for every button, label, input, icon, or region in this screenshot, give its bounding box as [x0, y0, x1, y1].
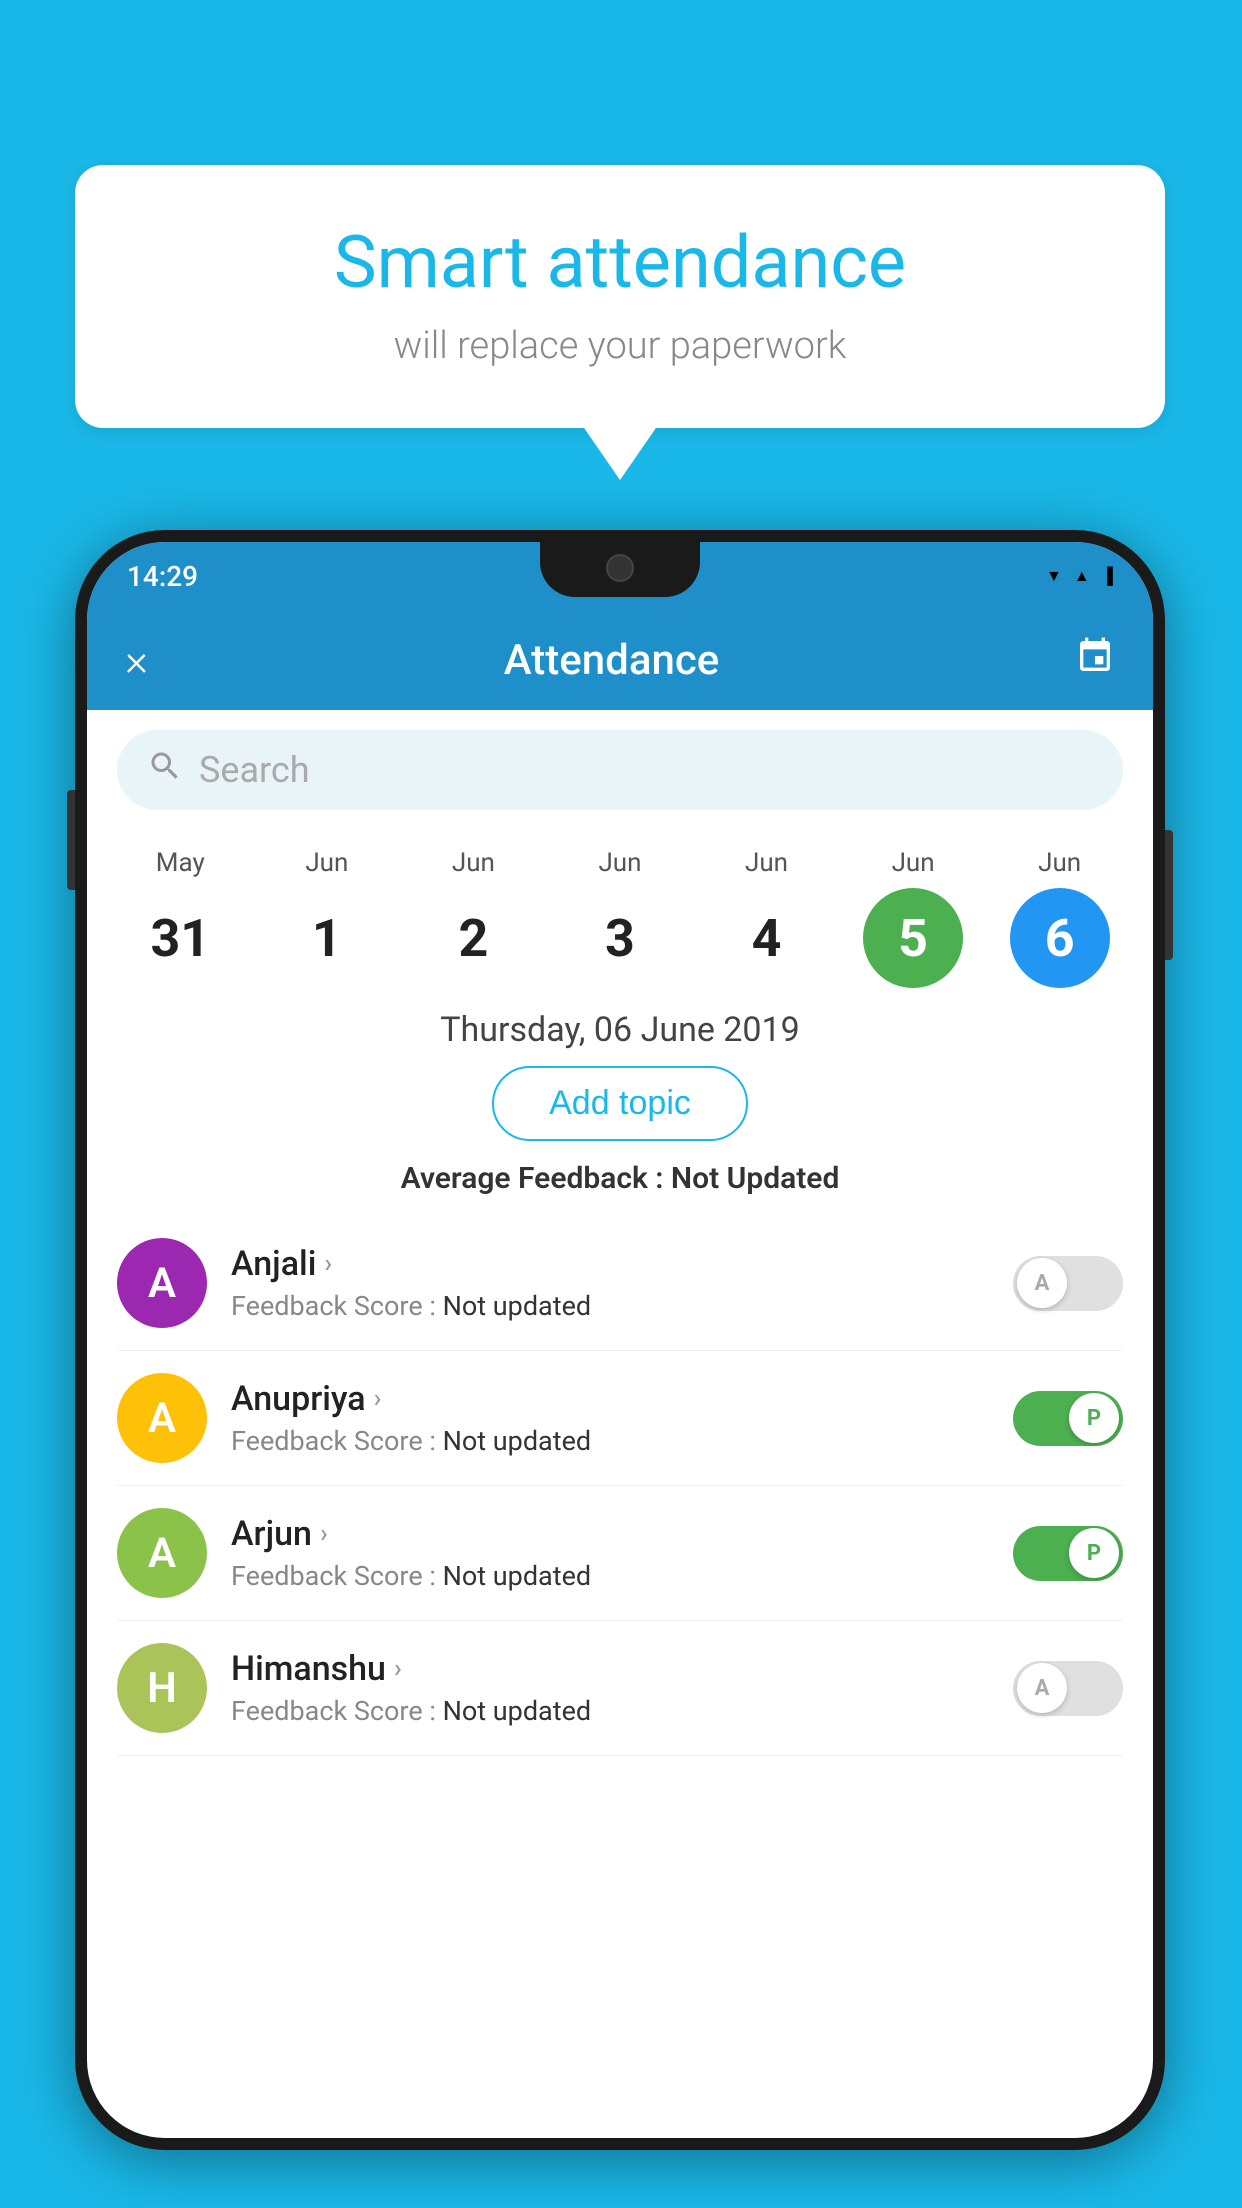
- phone-screen: 14:29 ▼ ▲ ▐ × Attendance: [87, 542, 1153, 2138]
- bubble-title: Smart attendance: [135, 220, 1105, 306]
- student-avatar: A: [117, 1238, 207, 1328]
- calendar-strip: May 31 Jun 1 Jun 2 Jun 3 Jun 4 Jun 5 Jun 6: [87, 830, 1153, 988]
- average-feedback: Average Feedback : Not Updated: [87, 1161, 1153, 1196]
- search-icon: [147, 748, 183, 793]
- chevron-right-icon: ›: [374, 1384, 382, 1414]
- avg-feedback-label: Average Feedback :: [401, 1161, 664, 1196]
- calendar-day[interactable]: Jun 2: [408, 848, 538, 988]
- student-item[interactable]: A Arjun › Feedback Score : Not updated P: [117, 1486, 1123, 1621]
- chevron-right-icon: ›: [394, 1654, 402, 1684]
- calendar-day[interactable]: Jun 4: [702, 848, 832, 988]
- phone-frame: 14:29 ▼ ▲ ▐ × Attendance: [75, 530, 1165, 2150]
- calendar-day[interactable]: Jun 1: [262, 848, 392, 988]
- student-avatar: H: [117, 1643, 207, 1733]
- cal-month-label: Jun: [305, 848, 348, 878]
- feedback-value: Not updated: [443, 1560, 592, 1592]
- toggle-knob: A: [1017, 1258, 1067, 1308]
- toggle-knob: A: [1017, 1663, 1067, 1713]
- calendar-icon[interactable]: [1075, 636, 1115, 685]
- attendance-toggle[interactable]: P: [1013, 1526, 1123, 1581]
- student-item[interactable]: AAnjali ›Feedback Score : Not updatedA: [117, 1216, 1123, 1351]
- toggle-knob: P: [1069, 1393, 1119, 1443]
- search-placeholder: Search: [199, 749, 310, 791]
- cal-date-number[interactable]: 2: [423, 888, 523, 988]
- student-avatar: A: [117, 1508, 207, 1598]
- cal-date-number[interactable]: 6: [1010, 888, 1110, 988]
- cal-date-number[interactable]: 31: [130, 888, 230, 988]
- student-feedback: Feedback Score : Not updated: [231, 1425, 1013, 1457]
- bubble-subtitle: will replace your paperwork: [135, 324, 1105, 368]
- cal-month-label: Jun: [1038, 848, 1081, 878]
- feedback-value: Not updated: [443, 1290, 592, 1322]
- student-name: Arjun ›: [231, 1514, 1013, 1554]
- attendance-toggle[interactable]: P: [1013, 1391, 1123, 1446]
- cal-date-number[interactable]: 1: [277, 888, 377, 988]
- student-name: Anjali ›: [231, 1244, 1013, 1284]
- cal-month-label: Jun: [598, 848, 641, 878]
- app-header: × Attendance: [87, 610, 1153, 710]
- cal-month-label: May: [156, 848, 205, 878]
- calendar-day[interactable]: Jun 5: [848, 848, 978, 988]
- calendar-day[interactable]: May 31: [115, 848, 245, 988]
- student-info: Anjali › Feedback Score : Not updated: [231, 1244, 1013, 1322]
- student-name: Anupriya ›: [231, 1379, 1013, 1419]
- toggle-knob: P: [1069, 1528, 1119, 1578]
- student-info: Himanshu › Feedback Score : Not updated: [231, 1649, 1013, 1727]
- wifi-icon: ▼: [1046, 566, 1062, 586]
- close-button[interactable]: ×: [125, 638, 148, 682]
- student-feedback: Feedback Score : Not updated: [231, 1560, 1013, 1592]
- feedback-value: Not updated: [443, 1425, 592, 1457]
- calendar-day[interactable]: Jun 3: [555, 848, 685, 988]
- cal-month-label: Jun: [892, 848, 935, 878]
- selected-date: Thursday, 06 June 2019: [87, 988, 1153, 1066]
- student-feedback: Feedback Score : Not updated: [231, 1290, 1013, 1322]
- chevron-right-icon: ›: [324, 1249, 332, 1279]
- avg-feedback-value: Not Updated: [671, 1161, 839, 1196]
- calendar-day[interactable]: Jun 6: [995, 848, 1125, 988]
- student-feedback: Feedback Score : Not updated: [231, 1695, 1013, 1727]
- signal-icon: ▲: [1074, 566, 1090, 586]
- cal-month-label: Jun: [745, 848, 788, 878]
- student-info: Anupriya › Feedback Score : Not updated: [231, 1379, 1013, 1457]
- search-bar[interactable]: Search: [117, 730, 1123, 810]
- battery-icon: ▐: [1102, 566, 1113, 586]
- status-icons: ▼ ▲ ▐: [1046, 566, 1113, 586]
- attendance-toggle[interactable]: A: [1013, 1256, 1123, 1311]
- cal-month-label: Jun: [452, 848, 495, 878]
- add-topic-button[interactable]: Add topic: [492, 1066, 748, 1141]
- student-item[interactable]: A Anupriya › Feedback Score : Not updated P: [117, 1351, 1123, 1486]
- feedback-value: Not updated: [443, 1695, 592, 1727]
- attendance-toggle[interactable]: A: [1013, 1661, 1123, 1716]
- student-list: AAnjali ›Feedback Score : Not updatedAAA…: [87, 1216, 1153, 1756]
- speech-bubble: Smart attendance will replace your paper…: [75, 165, 1165, 428]
- phone-container: 14:29 ▼ ▲ ▐ × Attendance: [75, 530, 1165, 2150]
- header-title: Attendance: [504, 636, 719, 685]
- student-name: Himanshu ›: [231, 1649, 1013, 1689]
- cal-date-number[interactable]: 4: [717, 888, 817, 988]
- student-info: Arjun › Feedback Score : Not updated: [231, 1514, 1013, 1592]
- student-item[interactable]: H Himanshu › Feedback Score : Not updatedA: [117, 1621, 1123, 1756]
- cal-date-number[interactable]: 3: [570, 888, 670, 988]
- status-time: 14:29: [127, 560, 198, 593]
- phone-notch: [540, 542, 700, 597]
- chevron-right-icon: ›: [320, 1519, 328, 1549]
- cal-date-number[interactable]: 5: [863, 888, 963, 988]
- student-avatar: A: [117, 1373, 207, 1463]
- camera: [606, 554, 634, 582]
